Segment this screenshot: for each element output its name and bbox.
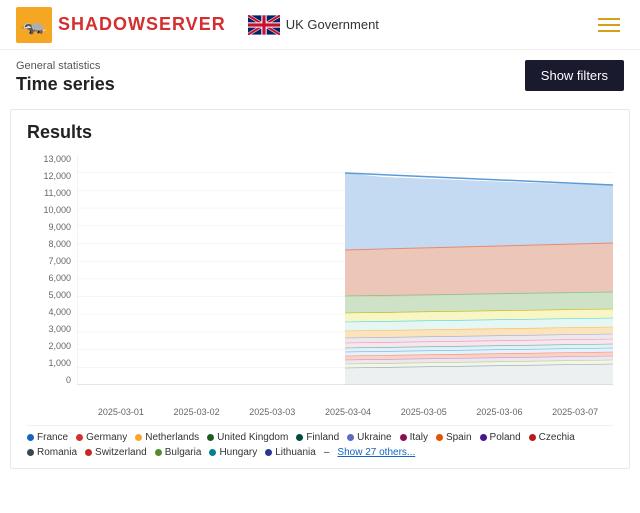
results-title: Results [27, 122, 613, 143]
legend-dot-spain [436, 434, 443, 441]
y-label-0: 0 [66, 376, 71, 385]
y-label-11000: 11,000 [44, 189, 71, 198]
hamburger-line-3 [598, 30, 620, 32]
y-label-2000: 2,000 [48, 342, 71, 351]
header-left: SHADOWSERVER UK Government [16, 7, 379, 43]
legend-item-uk: United Kingdom [207, 432, 288, 443]
y-label-4000: 4,000 [48, 308, 71, 317]
legend-item-bulgaria: Bulgaria [155, 447, 202, 458]
legend-dot-lithuania [265, 449, 272, 456]
chart-container: Results 13,000 12,000 11,000 10,000 9,00… [10, 109, 630, 469]
uk-gov-label: UK Government [286, 17, 379, 32]
y-label-13000: 13,000 [43, 155, 71, 164]
show-others-link[interactable]: Show 27 others... [337, 447, 415, 458]
legend-dot-germany [76, 434, 83, 441]
legend-label-france: France [37, 432, 68, 443]
legend-label-bulgaria: Bulgaria [165, 447, 202, 458]
legend-label-uk: United Kingdom [217, 432, 288, 443]
logo: SHADOWSERVER [16, 7, 226, 43]
legend-item-poland: Poland [480, 432, 521, 443]
legend-item-hungary: Hungary [209, 447, 257, 458]
legend-dot-finland [296, 434, 303, 441]
logo-icon [16, 7, 52, 43]
legend-dot-ukraine [347, 434, 354, 441]
page-title: Time series [16, 74, 115, 95]
legend-item-netherlands: Netherlands [135, 432, 199, 443]
legend-item-czechia: Czechia [529, 432, 575, 443]
legend-label-lithuania: Lithuania [275, 447, 316, 458]
y-label-9000: 9,000 [48, 223, 71, 232]
legend-item-france: France [27, 432, 68, 443]
x-axis: 2025-03-01 2025-03-02 2025-03-03 2025-03… [27, 407, 613, 417]
legend-dot-switzerland [85, 449, 92, 456]
legend-item-lithuania: Lithuania [265, 447, 316, 458]
y-axis: 13,000 12,000 11,000 10,000 9,000 8,000 … [27, 155, 77, 385]
legend-item-finland: Finland [296, 432, 339, 443]
legend-dot-netherlands [135, 434, 142, 441]
legend-item-ukraine: Ukraine [347, 432, 391, 443]
y-label-1000: 1,000 [48, 359, 71, 368]
x-label-5: 2025-03-05 [386, 407, 462, 417]
legend-dot-france [27, 434, 34, 441]
legend-dot-italy [400, 434, 407, 441]
chart-svg [77, 155, 613, 385]
legend-item-switzerland: Switzerland [85, 447, 147, 458]
chart-wrapper: 13,000 12,000 11,000 10,000 9,000 8,000 … [27, 155, 613, 405]
logo-text: SHADOWSERVER [58, 14, 226, 35]
hamburger-line-1 [598, 18, 620, 20]
legend-label-czechia: Czechia [539, 432, 575, 443]
x-label-3: 2025-03-03 [234, 407, 310, 417]
legend-dot-uk [207, 434, 214, 441]
x-label-2: 2025-03-02 [159, 407, 235, 417]
x-label-7: 2025-03-07 [537, 407, 613, 417]
page-header: General statistics Time series Show filt… [0, 50, 640, 99]
legend-item-spain: Spain [436, 432, 472, 443]
y-label-12000: 12,000 [43, 172, 71, 181]
legend-label-hungary: Hungary [219, 447, 257, 458]
legend-label-switzerland: Switzerland [95, 447, 147, 458]
uk-flag-icon [248, 15, 280, 35]
legend-label-ukraine: Ukraine [357, 432, 391, 443]
show-filters-button[interactable]: Show filters [525, 60, 624, 91]
header: SHADOWSERVER UK Government [0, 0, 640, 50]
legend-dot-romania [27, 449, 34, 456]
legend-label-finland: Finland [306, 432, 339, 443]
breadcrumb: General statistics [16, 60, 115, 72]
legend-label-poland: Poland [490, 432, 521, 443]
legend-dot-bulgaria [155, 449, 162, 456]
legend: France Germany Netherlands United Kingdo… [27, 425, 613, 458]
chart-area [77, 155, 613, 385]
legend-dot-czechia [529, 434, 536, 441]
legend-label-germany: Germany [86, 432, 127, 443]
hamburger-line-2 [598, 24, 620, 26]
y-label-3000: 3,000 [48, 325, 71, 334]
y-label-6000: 6,000 [48, 274, 71, 283]
legend-label-italy: Italy [410, 432, 428, 443]
legend-label-spain: Spain [446, 432, 472, 443]
y-label-7000: 7,000 [48, 257, 71, 266]
legend-item-germany: Germany [76, 432, 127, 443]
hamburger-menu[interactable] [594, 14, 624, 36]
x-label-1: 2025-03-01 [83, 407, 159, 417]
legend-label-romania: Romania [37, 447, 77, 458]
breadcrumb-title: General statistics Time series [16, 60, 115, 95]
y-label-10000: 10,000 [43, 206, 71, 215]
legend-item-romania: Romania [27, 447, 77, 458]
legend-item-italy: Italy [400, 432, 428, 443]
x-label-4: 2025-03-04 [310, 407, 386, 417]
legend-dot-poland [480, 434, 487, 441]
shadow-text: SHADOW [58, 14, 146, 34]
legend-label-netherlands: Netherlands [145, 432, 199, 443]
y-label-8000: 8,000 [48, 240, 71, 249]
uk-flag-area: UK Government [248, 15, 379, 35]
server-text: SERVER [146, 14, 226, 34]
y-label-5000: 5,000 [48, 291, 71, 300]
legend-dot-hungary [209, 449, 216, 456]
x-label-6: 2025-03-06 [462, 407, 538, 417]
